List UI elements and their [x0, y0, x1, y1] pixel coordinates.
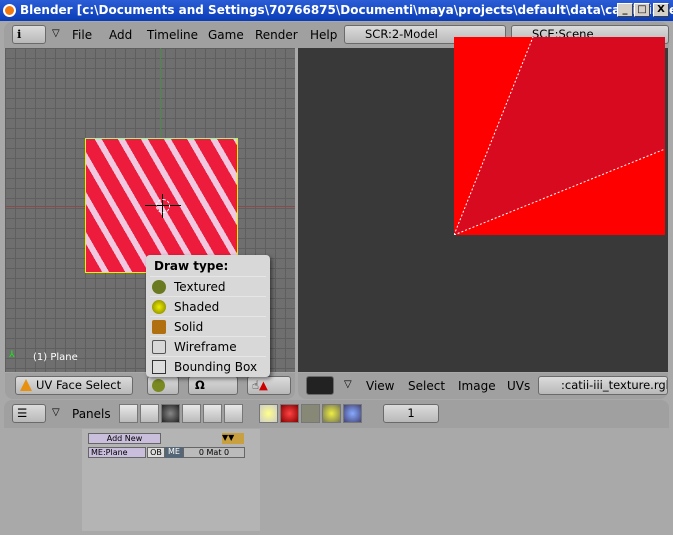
menu-help[interactable]: Help [310, 28, 337, 42]
menu-uvs[interactable]: UVs [507, 379, 530, 393]
draw-type-menu: Draw type: Textured Shaded Solid Wirefra… [146, 255, 270, 377]
textured-icon [152, 280, 166, 294]
ob-toggle[interactable]: OB [147, 447, 165, 458]
menu-view[interactable]: View [366, 379, 394, 393]
minimize-button[interactable]: _ [617, 3, 633, 17]
menu-item-shaded[interactable]: Shaded [150, 296, 266, 316]
close-window-button[interactable]: X [653, 3, 669, 17]
menu-item-textured[interactable]: Textured [150, 276, 266, 296]
manipulator-button[interactable]: ☝▲ [247, 376, 291, 395]
shaded-icon [152, 300, 166, 314]
add-new-button[interactable]: Add New [88, 433, 161, 444]
uv-image-editor[interactable] [298, 37, 668, 372]
mode-label: UV Face Select [36, 378, 122, 392]
frame-stepper[interactable]: 1 [383, 404, 439, 423]
mesh-name-field[interactable]: ME:Plane [88, 447, 146, 458]
maximize-button[interactable]: □ [634, 3, 650, 17]
scene-icon[interactable] [224, 404, 243, 423]
menu-item-bounding-box[interactable]: Bounding Box [150, 356, 266, 376]
material-icon[interactable] [280, 404, 299, 423]
editing-icon[interactable] [203, 404, 222, 423]
blender-logo-icon [3, 4, 16, 17]
axis-gizmo-icon: ⅄ [9, 350, 15, 360]
menu-image[interactable]: Image [458, 379, 496, 393]
item-label: Solid [174, 320, 204, 334]
info-icon[interactable]: i [12, 25, 46, 44]
textured-icon [152, 379, 165, 392]
me-toggle[interactable]: ME [165, 447, 183, 458]
window-title: Blender [c:\Documents and Settings\70766… [20, 3, 673, 17]
shading-icon[interactable] [161, 404, 180, 423]
menu-add[interactable]: Add [109, 28, 132, 42]
image-editor-type-icon[interactable] [306, 376, 334, 395]
radiosity-icon[interactable] [322, 404, 341, 423]
image-selector[interactable]: :catii-iii_texture.rgb [538, 376, 668, 395]
menu-game[interactable]: Game [208, 28, 244, 42]
wireframe-icon [152, 340, 166, 354]
menu-item-solid[interactable]: Solid [150, 316, 266, 336]
collapse-triangle-icon[interactable]: ▽ [344, 379, 352, 390]
pivot-button[interactable]: Ω [188, 376, 238, 395]
bounding-box-icon [152, 360, 166, 374]
collapse-triangle-icon[interactable]: ▽ [52, 28, 60, 39]
menu-select[interactable]: Select [408, 379, 445, 393]
lamp-icon[interactable] [259, 404, 278, 423]
material-index-stepper[interactable]: 0 Mat 0 [183, 447, 245, 458]
window-type-icon[interactable]: ☰ [12, 404, 46, 423]
object-icon[interactable] [182, 404, 201, 423]
texture-icon[interactable] [301, 404, 320, 423]
draw-type-button[interactable] [147, 376, 179, 395]
menu-item-wireframe[interactable]: Wireframe [150, 336, 266, 356]
logic-icon[interactable] [119, 404, 138, 423]
solid-icon [152, 320, 166, 334]
item-label: Textured [174, 280, 226, 294]
uv-face-select-icon [20, 379, 32, 391]
script-icon[interactable] [140, 404, 159, 423]
menu-render[interactable]: Render [255, 28, 298, 42]
texture-image [454, 37, 665, 235]
menu-timeline[interactable]: Timeline [147, 28, 198, 42]
3d-cursor-icon [145, 194, 181, 218]
mode-selector[interactable]: UV Face Select [15, 376, 133, 395]
panels-menu[interactable]: Panels [72, 407, 111, 421]
copy-paste-icon[interactable]: ▼▼ [222, 433, 244, 444]
uv-editor-header: ▽ View Select Image UVs :catii-iii_textu… [298, 373, 668, 399]
world-icon[interactable] [343, 404, 362, 423]
menu-file[interactable]: File [72, 28, 92, 42]
link-materials-panel: Add New ▼▼ ME:Plane OB ME 0 Mat 0 [82, 429, 260, 531]
translate-icon: ▲ [259, 378, 268, 392]
title-bar: Blender [c:\Documents and Settings\70766… [0, 0, 673, 21]
collapse-triangle-icon[interactable]: ▽ [52, 407, 60, 418]
hand-icon: ☝ [252, 378, 260, 392]
item-label: Wireframe [174, 340, 237, 354]
object-label: (1) Plane [33, 352, 78, 363]
item-label: Shaded [174, 300, 220, 314]
item-label: Bounding Box [174, 360, 258, 374]
menu-title: Draw type: [154, 259, 229, 273]
buttons-area: Add New ▼▼ ME:Plane OB ME 0 Mat 0 [4, 429, 669, 531]
